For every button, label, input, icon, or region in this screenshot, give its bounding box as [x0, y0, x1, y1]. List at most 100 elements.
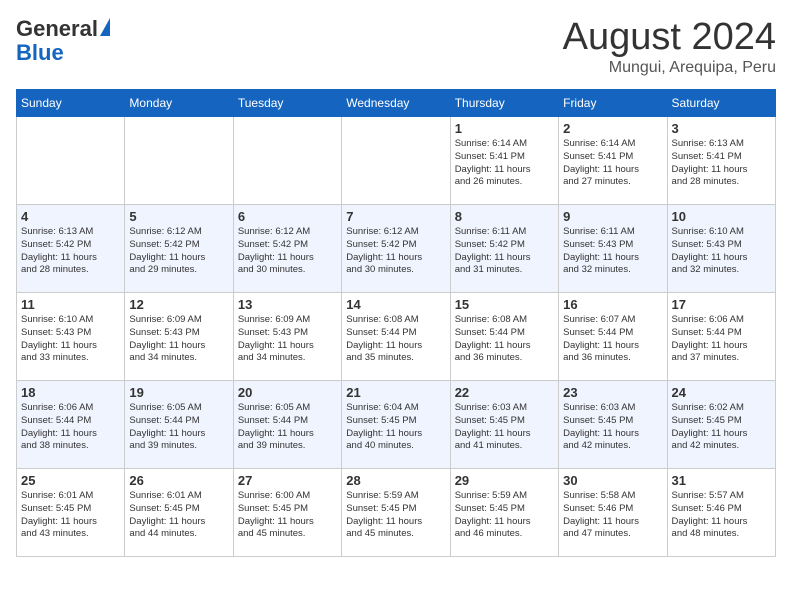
day-number: 2 — [563, 121, 662, 136]
day-info: Sunrise: 6:10 AM Sunset: 5:43 PM Dayligh… — [672, 226, 771, 277]
day-cell: 30 Sunrise: 5:58 AM Sunset: 5:46 PM Dayli… — [559, 469, 667, 557]
day-info: Sunrise: 6:08 AM Sunset: 5:44 PM Dayligh… — [346, 314, 445, 365]
day-info: Sunrise: 5:58 AM Sunset: 5:46 PM Dayligh… — [563, 490, 662, 541]
page-header: General Blue August 2024 Mungui, Arequip… — [16, 16, 776, 77]
day-cell: 19 Sunrise: 6:05 AM Sunset: 5:44 PM Dayli… — [125, 381, 233, 469]
day-cell: 1 Sunrise: 6:14 AM Sunset: 5:41 PM Daylig… — [450, 117, 558, 205]
day-info: Sunrise: 6:01 AM Sunset: 5:45 PM Dayligh… — [129, 490, 228, 541]
day-number: 5 — [129, 209, 228, 224]
week-row-4: 18 Sunrise: 6:06 AM Sunset: 5:44 PM Dayli… — [17, 381, 776, 469]
day-info: Sunrise: 6:09 AM Sunset: 5:43 PM Dayligh… — [129, 314, 228, 365]
day-cell: 16 Sunrise: 6:07 AM Sunset: 5:44 PM Dayli… — [559, 293, 667, 381]
day-cell — [342, 117, 450, 205]
day-number: 29 — [455, 473, 554, 488]
day-info: Sunrise: 6:12 AM Sunset: 5:42 PM Dayligh… — [238, 226, 337, 277]
day-cell: 24 Sunrise: 6:02 AM Sunset: 5:45 PM Dayli… — [667, 381, 775, 469]
day-cell: 29 Sunrise: 5:59 AM Sunset: 5:45 PM Dayli… — [450, 469, 558, 557]
day-cell: 21 Sunrise: 6:04 AM Sunset: 5:45 PM Dayli… — [342, 381, 450, 469]
day-cell: 10 Sunrise: 6:10 AM Sunset: 5:43 PM Dayli… — [667, 205, 775, 293]
day-info: Sunrise: 6:12 AM Sunset: 5:42 PM Dayligh… — [129, 226, 228, 277]
day-info: Sunrise: 6:04 AM Sunset: 5:45 PM Dayligh… — [346, 402, 445, 453]
day-cell: 14 Sunrise: 6:08 AM Sunset: 5:44 PM Dayli… — [342, 293, 450, 381]
weekday-header-saturday: Saturday — [667, 90, 775, 117]
day-cell: 5 Sunrise: 6:12 AM Sunset: 5:42 PM Daylig… — [125, 205, 233, 293]
day-cell: 4 Sunrise: 6:13 AM Sunset: 5:42 PM Daylig… — [17, 205, 125, 293]
day-number: 10 — [672, 209, 771, 224]
day-info: Sunrise: 6:13 AM Sunset: 5:42 PM Dayligh… — [21, 226, 120, 277]
weekday-header-wednesday: Wednesday — [342, 90, 450, 117]
day-number: 15 — [455, 297, 554, 312]
day-number: 23 — [563, 385, 662, 400]
day-info: Sunrise: 5:57 AM Sunset: 5:46 PM Dayligh… — [672, 490, 771, 541]
day-info: Sunrise: 6:02 AM Sunset: 5:45 PM Dayligh… — [672, 402, 771, 453]
day-number: 7 — [346, 209, 445, 224]
day-info: Sunrise: 6:14 AM Sunset: 5:41 PM Dayligh… — [563, 138, 662, 189]
day-cell: 28Sunrise: 5:59 AM Sunset: 5:45 PM Dayli… — [342, 469, 450, 557]
day-number: 8 — [455, 209, 554, 224]
day-cell: 2 Sunrise: 6:14 AM Sunset: 5:41 PM Daylig… — [559, 117, 667, 205]
day-number: 4 — [21, 209, 120, 224]
day-number: 16 — [563, 297, 662, 312]
day-number: 9 — [563, 209, 662, 224]
day-info: Sunrise: 6:14 AM Sunset: 5:41 PM Dayligh… — [455, 138, 554, 189]
day-info: Sunrise: 6:09 AM Sunset: 5:43 PM Dayligh… — [238, 314, 337, 365]
week-row-1: 1 Sunrise: 6:14 AM Sunset: 5:41 PM Daylig… — [17, 117, 776, 205]
day-cell: 6 Sunrise: 6:12 AM Sunset: 5:42 PM Daylig… — [233, 205, 341, 293]
day-number: 21 — [346, 385, 445, 400]
day-cell: 17Sunrise: 6:06 AM Sunset: 5:44 PM Dayli… — [667, 293, 775, 381]
day-cell: 25Sunrise: 6:01 AM Sunset: 5:45 PM Dayli… — [17, 469, 125, 557]
day-cell: 9 Sunrise: 6:11 AM Sunset: 5:43 PM Daylig… — [559, 205, 667, 293]
day-number: 12 — [129, 297, 228, 312]
day-info: Sunrise: 5:59 AM Sunset: 5:45 PM Dayligh… — [455, 490, 554, 541]
day-cell — [17, 117, 125, 205]
week-row-2: 4 Sunrise: 6:13 AM Sunset: 5:42 PM Daylig… — [17, 205, 776, 293]
day-number: 18 — [21, 385, 120, 400]
day-cell — [233, 117, 341, 205]
weekday-header-tuesday: Tuesday — [233, 90, 341, 117]
day-number: 31 — [672, 473, 771, 488]
day-info: Sunrise: 6:03 AM Sunset: 5:45 PM Dayligh… — [455, 402, 554, 453]
day-info: Sunrise: 6:03 AM Sunset: 5:45 PM Dayligh… — [563, 402, 662, 453]
weekday-header-sunday: Sunday — [17, 90, 125, 117]
day-number: 6 — [238, 209, 337, 224]
title-block: August 2024 Mungui, Arequipa, Peru — [563, 16, 776, 77]
day-info: Sunrise: 6:00 AM Sunset: 5:45 PM Dayligh… — [238, 490, 337, 541]
weekday-header-friday: Friday — [559, 90, 667, 117]
day-number: 30 — [563, 473, 662, 488]
day-cell: 8 Sunrise: 6:11 AM Sunset: 5:42 PM Daylig… — [450, 205, 558, 293]
day-cell: 11Sunrise: 6:10 AM Sunset: 5:43 PM Dayli… — [17, 293, 125, 381]
calendar-title: August 2024 — [563, 16, 776, 59]
day-number: 28 — [346, 473, 445, 488]
day-info: Sunrise: 6:01 AM Sunset: 5:45 PM Dayligh… — [21, 490, 120, 541]
calendar-subtitle: Mungui, Arequipa, Peru — [563, 59, 776, 77]
day-number: 11 — [21, 297, 120, 312]
day-number: 13 — [238, 297, 337, 312]
logo: General Blue — [16, 16, 110, 66]
week-row-3: 11Sunrise: 6:10 AM Sunset: 5:43 PM Dayli… — [17, 293, 776, 381]
day-number: 19 — [129, 385, 228, 400]
day-info: Sunrise: 6:13 AM Sunset: 5:41 PM Dayligh… — [672, 138, 771, 189]
day-info: Sunrise: 6:05 AM Sunset: 5:44 PM Dayligh… — [129, 402, 228, 453]
week-row-5: 25Sunrise: 6:01 AM Sunset: 5:45 PM Dayli… — [17, 469, 776, 557]
logo-blue-text: Blue — [16, 40, 64, 66]
day-number: 1 — [455, 121, 554, 136]
day-number: 14 — [346, 297, 445, 312]
day-cell: 7Sunrise: 6:12 AM Sunset: 5:42 PM Daylig… — [342, 205, 450, 293]
day-info: Sunrise: 6:06 AM Sunset: 5:44 PM Dayligh… — [21, 402, 120, 453]
weekday-header-monday: Monday — [125, 90, 233, 117]
day-info: Sunrise: 6:08 AM Sunset: 5:44 PM Dayligh… — [455, 314, 554, 365]
day-number: 27 — [238, 473, 337, 488]
day-cell: 22 Sunrise: 6:03 AM Sunset: 5:45 PM Dayli… — [450, 381, 558, 469]
day-number: 24 — [672, 385, 771, 400]
day-cell: 26Sunrise: 6:01 AM Sunset: 5:45 PM Dayli… — [125, 469, 233, 557]
day-info: Sunrise: 6:11 AM Sunset: 5:42 PM Dayligh… — [455, 226, 554, 277]
day-info: Sunrise: 6:07 AM Sunset: 5:44 PM Dayligh… — [563, 314, 662, 365]
logo-general-text: General — [16, 16, 98, 42]
calendar-table: SundayMondayTuesdayWednesdayThursdayFrid… — [16, 89, 776, 557]
day-info: Sunrise: 6:11 AM Sunset: 5:43 PM Dayligh… — [563, 226, 662, 277]
day-cell: 15 Sunrise: 6:08 AM Sunset: 5:44 PM Dayli… — [450, 293, 558, 381]
day-number: 22 — [455, 385, 554, 400]
day-cell: 12 Sunrise: 6:09 AM Sunset: 5:43 PM Dayli… — [125, 293, 233, 381]
day-cell: 20Sunrise: 6:05 AM Sunset: 5:44 PM Dayli… — [233, 381, 341, 469]
weekday-header-thursday: Thursday — [450, 90, 558, 117]
